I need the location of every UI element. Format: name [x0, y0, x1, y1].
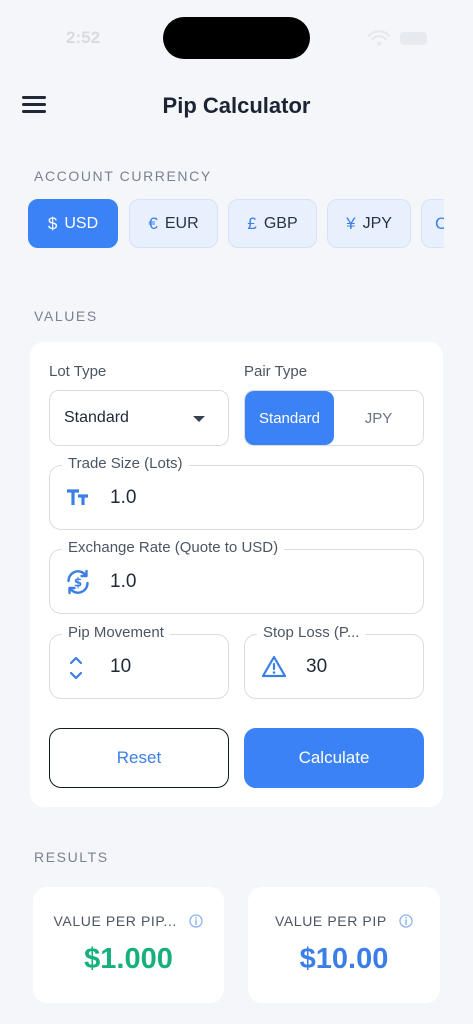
- currency-chip-list: $ USD € EUR £ GBP ¥ JPY C: [28, 199, 444, 249]
- status-time: 2:52: [66, 28, 101, 47]
- results-label: RESULTS: [34, 849, 109, 865]
- exchange-rate-input[interactable]: 1.0: [110, 571, 136, 593]
- pair-type-label: Pair Type: [244, 363, 308, 380]
- currency-code: USD: [64, 214, 99, 232]
- currency-symbol-icon: C: [435, 213, 444, 233]
- currency-code: GBP: [263, 214, 298, 232]
- text-size-icon: [67, 489, 88, 505]
- battery-icon: [400, 32, 427, 45]
- currency-code: EUR: [164, 214, 199, 232]
- currency-chip-usd[interactable]: $ USD: [28, 199, 118, 248]
- page-title: Pip Calculator: [162, 93, 311, 118]
- currency-chip-gbp[interactable]: £ GBP: [228, 199, 317, 248]
- result-card-pip-value-account: VALUE PER PIP... $1.000: [33, 887, 224, 1003]
- yen-icon: ¥: [346, 213, 356, 233]
- stop-loss-input[interactable]: 30: [306, 656, 327, 678]
- currency-chip-jpy[interactable]: ¥ JPY: [327, 199, 411, 248]
- pair-type-standard[interactable]: Standard: [245, 391, 334, 445]
- result-value: $1.000: [84, 943, 173, 975]
- pair-type-jpy[interactable]: JPY: [334, 391, 423, 445]
- info-icon[interactable]: [399, 914, 413, 928]
- calculate-button[interactable]: Calculate: [244, 728, 424, 788]
- currency-exchange-icon: $: [67, 569, 89, 595]
- trade-size-input[interactable]: 1.0: [110, 487, 136, 509]
- trade-size-field[interactable]: Trade Size (Lots) 1.0: [49, 455, 424, 530]
- dynamic-island: [163, 17, 310, 59]
- values-card: Lot Type Pair Type Standard Standard JPY…: [30, 342, 443, 807]
- values-label: VALUES: [34, 308, 98, 324]
- result-label: VALUE PER PIP...: [33, 913, 224, 929]
- dropdown-caret-icon: [193, 416, 205, 422]
- currency-chip-eur[interactable]: € EUR: [129, 199, 218, 248]
- wifi-icon: [368, 30, 390, 46]
- result-value: $10.00: [299, 943, 389, 975]
- svg-text:$: $: [74, 576, 82, 590]
- warning-icon: [261, 655, 287, 678]
- reset-button[interactable]: Reset: [49, 728, 229, 788]
- dollar-icon: $: [47, 213, 58, 233]
- pip-movement-input[interactable]: 10: [110, 656, 131, 678]
- up-down-chevron-icon: [69, 656, 83, 680]
- lot-type-value: Standard: [64, 409, 129, 426]
- pip-movement-field[interactable]: Pip Movement 10: [49, 624, 229, 699]
- trade-size-label: Trade Size (Lots): [62, 455, 189, 472]
- exchange-rate-field[interactable]: Exchange Rate (Quote to USD) $ 1.0: [49, 539, 424, 614]
- euro-icon: €: [148, 213, 158, 233]
- lot-type-select[interactable]: Standard: [49, 390, 229, 446]
- pip-movement-label: Pip Movement: [62, 624, 170, 641]
- result-label-text: VALUE PER PIP...: [53, 913, 177, 929]
- screen: 2:52 Pip Calculator ACCOUNT CURRENCY $ U…: [0, 0, 473, 1024]
- exchange-rate-label: Exchange Rate (Quote to USD): [62, 539, 285, 556]
- lot-type-label: Lot Type: [49, 363, 107, 380]
- currency-chip-more[interactable]: C: [421, 199, 444, 248]
- result-label-text: VALUE PER PIP: [274, 913, 387, 929]
- pound-icon: £: [247, 213, 257, 233]
- result-label: VALUE PER PIP: [248, 913, 440, 929]
- account-currency-label: ACCOUNT CURRENCY: [34, 168, 212, 184]
- info-icon[interactable]: [189, 914, 204, 928]
- pair-type-toggle: Standard JPY: [244, 390, 424, 446]
- result-card-pip-value: VALUE PER PIP $10.00: [248, 887, 440, 1003]
- currency-code: JPY: [362, 214, 392, 232]
- stop-loss-field[interactable]: Stop Loss (P... 30: [244, 624, 424, 699]
- stop-loss-label: Stop Loss (P...: [257, 624, 366, 641]
